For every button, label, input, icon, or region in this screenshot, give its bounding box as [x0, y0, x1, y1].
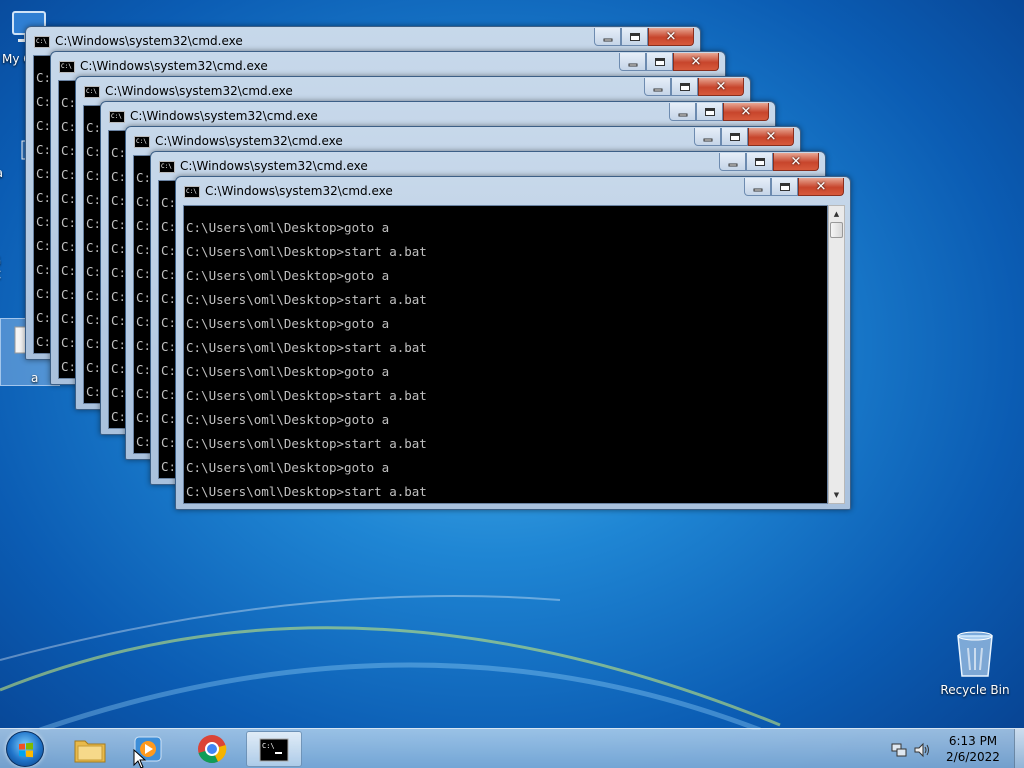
window-title: C:\Windows\system32\cmd.exe: [130, 109, 318, 123]
show-desktop-button[interactable]: [1014, 729, 1024, 768]
taskbar-media-player-button[interactable]: [120, 731, 176, 767]
maximize-icon: [729, 132, 740, 141]
window-title: C:\Windows\system32\cmd.exe: [155, 134, 343, 148]
close-icon: ✕: [815, 179, 827, 194]
scroll-thumb[interactable]: [830, 222, 843, 238]
wallpaper-swoosh: [0, 595, 781, 730]
console-line: C:\Users\oml\Desktop>start a.bat: [186, 388, 427, 403]
console-output[interactable]: C:\Users\oml\Desktop>goto a C:\Users\oml\…: [183, 205, 828, 504]
window-titlebar[interactable]: C:\ C:\Windows\system32\cmd.exe ✕: [176, 177, 850, 205]
maximize-icon: [704, 107, 715, 116]
minimize-icon: [628, 63, 637, 66]
maximize-icon: [779, 182, 790, 191]
minimize-icon: [653, 88, 662, 91]
close-icon: ✕: [790, 154, 802, 169]
close-button[interactable]: ✕: [723, 103, 769, 121]
close-icon: ✕: [715, 79, 727, 94]
console-line: C:\Users\oml\Desktop>start a.bat: [186, 340, 427, 355]
vertical-scrollbar[interactable]: ▲ ▼: [828, 205, 845, 504]
close-button[interactable]: ✕: [648, 28, 694, 46]
minimize-button[interactable]: [594, 28, 621, 46]
minimize-icon: [703, 138, 712, 141]
maximize-icon: [629, 32, 640, 41]
close-button[interactable]: ✕: [748, 128, 794, 146]
mouse-cursor-icon: [133, 749, 147, 768]
console-line: C:\Users\oml\Desktop>goto a: [186, 316, 390, 331]
scroll-down-icon[interactable]: ▼: [829, 487, 844, 503]
console-line: C:\Users\oml\Desktop>start a.bat: [186, 436, 427, 451]
console-line: C:\Users\oml\Desktop>goto a: [186, 460, 390, 475]
cmd-icon: C:\: [109, 111, 125, 123]
maximize-icon: [754, 157, 765, 166]
scroll-up-icon[interactable]: ▲: [829, 206, 844, 222]
windows-logo-icon: [19, 742, 33, 758]
close-icon: ✕: [765, 129, 777, 144]
cmd-icon: C:\: [259, 738, 289, 762]
window-title: C:\Windows\system32\cmd.exe: [205, 184, 393, 198]
clock-date: 2/6/2022: [946, 750, 1000, 764]
minimize-icon: [753, 188, 762, 191]
minimize-button[interactable]: [719, 153, 746, 171]
maximize-icon: [654, 57, 665, 66]
network-icon[interactable]: [890, 741, 908, 759]
cmd-icon: C:\: [134, 136, 150, 148]
taskbar-explorer-button[interactable]: [62, 731, 118, 767]
cmd-window[interactable]: C:\ C:\Windows\system32\cmd.exe ✕ C:\Use…: [175, 176, 851, 510]
start-button[interactable]: [6, 731, 44, 767]
minimize-icon: [603, 38, 612, 41]
close-button[interactable]: ✕: [773, 153, 819, 171]
cmd-icon: C:\: [159, 161, 175, 173]
maximize-button[interactable]: [721, 128, 748, 146]
console-line: C:\Users\oml\Desktop>start a.bat: [186, 292, 427, 307]
taskbar: C:\ 6:13 PM 2/6/2022: [0, 728, 1024, 768]
minimize-icon: [678, 113, 687, 116]
desktop-icon-label: a: [31, 371, 39, 385]
console-line: C:\Users\oml\Desktop>goto a: [186, 268, 390, 283]
minimize-button[interactable]: [619, 53, 646, 71]
cmd-icon: C:\: [84, 86, 100, 98]
maximize-icon: [679, 82, 690, 91]
minimize-button[interactable]: [744, 178, 771, 196]
clock-time: 6:13 PM: [948, 734, 998, 748]
console-line: C:\Users\oml\Desktop>start a.bat: [186, 484, 427, 499]
close-icon: ✕: [665, 29, 677, 44]
cmd-icon: C:\: [184, 186, 200, 198]
system-clock[interactable]: 6:13 PM 2/6/2022: [933, 733, 1013, 765]
window-title: C:\Windows\system32\cmd.exe: [55, 34, 243, 48]
console-line: C:\Users\oml\Desktop>start a.bat: [186, 244, 427, 259]
taskbar-chrome-button[interactable]: [184, 731, 240, 767]
maximize-button[interactable]: [621, 28, 648, 46]
window-title: C:\Windows\system32\cmd.exe: [180, 159, 368, 173]
console-line: C:\Users\oml\Desktop>goto a: [186, 220, 390, 235]
minimize-button[interactable]: [694, 128, 721, 146]
window-title: C:\Windows\system32\cmd.exe: [80, 59, 268, 73]
taskbar-cmd-button[interactable]: C:\: [246, 731, 302, 767]
close-button[interactable]: ✕: [698, 78, 744, 96]
volume-icon[interactable]: [913, 741, 931, 759]
cmd-icon: C:\: [34, 36, 50, 48]
maximize-button[interactable]: [696, 103, 723, 121]
close-icon: ✕: [690, 54, 702, 69]
console-line: C:\Users\oml\Desktop>goto a: [186, 412, 390, 427]
maximize-button[interactable]: [746, 153, 773, 171]
chrome-icon: [198, 735, 227, 763]
recycle-bin-label[interactable]: Recycle Bin: [936, 683, 1014, 697]
minimize-button[interactable]: [669, 103, 696, 121]
folder-icon: [74, 740, 106, 763]
maximize-button[interactable]: [671, 78, 698, 96]
close-button[interactable]: ✕: [673, 53, 719, 71]
window-title: C:\Windows\system32\cmd.exe: [105, 84, 293, 98]
cmd-icon: C:\: [59, 61, 75, 73]
close-button[interactable]: ✕: [798, 178, 844, 196]
console-line: C:\Users\oml\Desktop>goto a: [186, 364, 390, 379]
maximize-button[interactable]: [646, 53, 673, 71]
maximize-button[interactable]: [771, 178, 798, 196]
minimize-icon: [728, 163, 737, 166]
recycle-bin-icon[interactable]: [954, 630, 996, 680]
svg-text:C:\: C:\: [262, 742, 275, 750]
close-icon: ✕: [740, 104, 752, 119]
minimize-button[interactable]: [644, 78, 671, 96]
